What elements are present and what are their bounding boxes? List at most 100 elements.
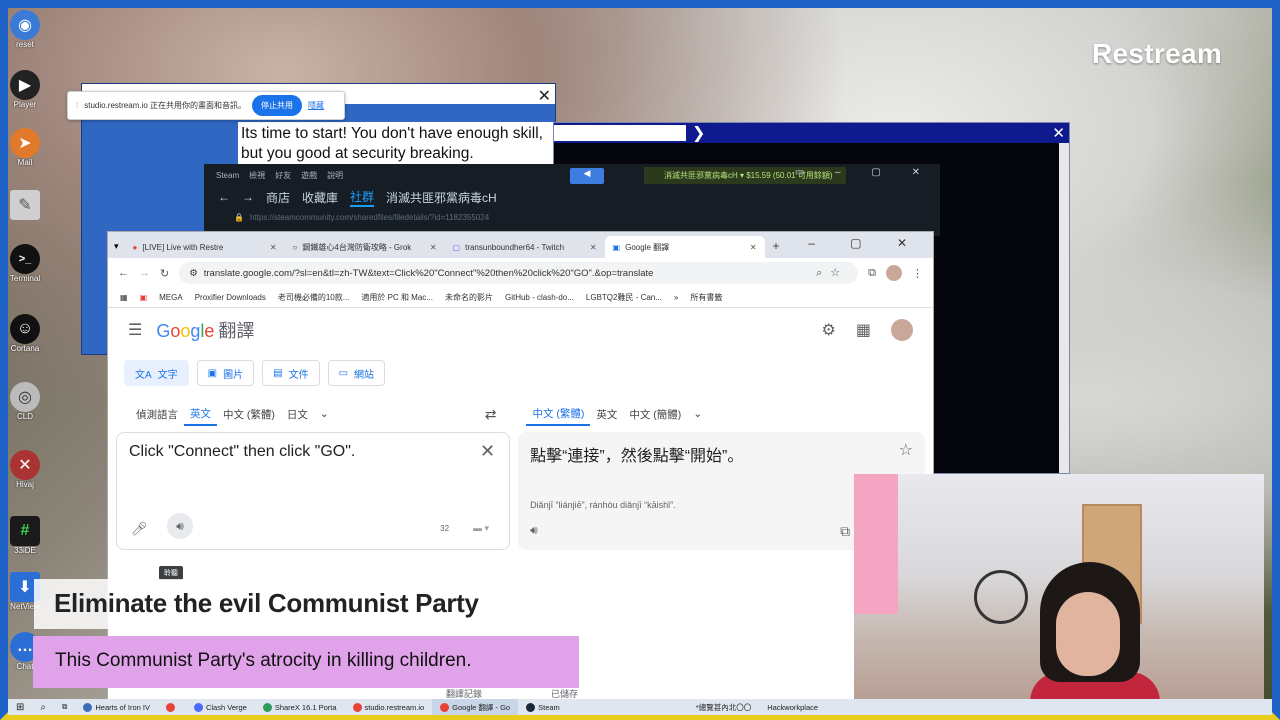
source-lang-detect[interactable]: 偵測語言 [130,402,184,426]
menu-icon[interactable]: ⋮ [912,267,923,280]
steam-window-controls[interactable]: ▭ – ▢ ✕ [795,167,934,178]
clear-text-icon[interactable]: ✕ [480,441,495,462]
bookmark-star-icon[interactable]: ⌕☆ [816,266,848,280]
steam-menu-item[interactable]: 好友 [275,170,291,181]
desktop-icon-cortana[interactable]: ☺ Cortana [8,314,42,353]
extensions-icon[interactable]: ⧉ [868,267,876,280]
steam-nav-profile[interactable]: 消滅共匪邪黨病毒cH [386,189,497,206]
forward-arrow-icon[interactable]: ❯ [692,123,705,143]
broadcast-icon[interactable]: ◀ [570,168,604,184]
taskbar-item-notes[interactable]: *總覽甚內北〇〇 [688,699,759,715]
close-icon[interactable]: ✕ [538,86,551,106]
steam-menu-item[interactable]: 檢視 [249,170,265,181]
avatar[interactable] [891,319,913,341]
start-button[interactable]: ⊞ [8,699,32,715]
desktop-icon-33ide[interactable]: #33iDE [8,516,42,555]
bookmark-item[interactable]: GitHub - clash-do... [505,293,574,302]
target-lang-chinese-traditional[interactable]: 中文 (繁體) [526,402,591,426]
listen-icon[interactable]: 🔊︎ [167,513,193,539]
taskbar-item-clash-verge[interactable]: Clash Verge [186,699,255,715]
desktop-icon-cld[interactable]: ◎ CLD [8,382,42,421]
apps-grid-icon[interactable]: ▦ [856,320,871,340]
steam-menu-item[interactable]: 說明 [327,170,343,181]
taskbar-item-restream[interactable]: studio.restream.io [345,699,433,715]
taskbar-item-steam[interactable]: Steam [518,699,568,715]
bookmark-item[interactable]: 適用於 PC 和 Mac... [361,292,433,303]
source-lang-chinese-traditional[interactable]: 中文 (繁體) [217,402,281,426]
taskbar-item-hoi4[interactable]: Hearts of Iron IV [75,699,158,715]
profile-icon[interactable] [886,265,902,281]
target-lang-english[interactable]: 英文 [590,402,623,426]
steam-menu-item[interactable]: Steam [216,171,239,180]
bookmark-item[interactable]: MEGA [159,293,183,302]
address-bar[interactable]: ⚙ translate.google.com/?sl=en&tl=zh-TW&t… [179,262,859,284]
desktop-icon-reset[interactable]: ◉ reset [8,10,42,49]
forward-arrow-icon[interactable]: → [242,190,254,204]
desktop-icon-notepad[interactable]: ✎ [8,190,42,220]
bookmark-item[interactable]: ▣ [140,293,148,302]
tab-restream[interactable]: ● [LIVE] Live with Restre ✕ [125,236,285,258]
source-lang-more-icon[interactable]: ⌄ [314,402,335,426]
close-tab-icon[interactable]: ✕ [430,243,437,252]
drag-handle-icon[interactable]: ⁞ [76,101,78,110]
swap-languages-icon[interactable]: ⇄ [485,406,497,423]
steam-nav-library[interactable]: 收藏庫 [302,189,338,206]
steam-nav-store[interactable]: 商店 [266,189,290,206]
mode-image-button[interactable]: ▣ 圖片 [196,360,255,386]
source-text[interactable]: Click "Connect" then click "GO". [129,443,355,461]
save-star-icon[interactable]: ☆ [899,440,913,460]
hide-share-bar-link[interactable]: 隱藏 [308,100,324,111]
target-lang-more-icon[interactable]: ⌄ [687,402,708,426]
google-translate-logo[interactable]: Google 翻譯 [156,317,254,343]
bookmark-item[interactable]: 老司機必備的10款... [278,292,350,303]
source-lang-japanese[interactable]: 日文 [281,402,314,426]
back-arrow-icon[interactable]: ← [118,267,129,279]
task-view-icon[interactable]: ⧉ [54,699,75,715]
desktop-icon-hivaj[interactable]: ✕ Hivaj [8,450,42,489]
desktop-icon-mail[interactable]: ➤ Mail [8,128,42,167]
search-icon[interactable]: ⌕ [32,699,54,715]
scrollbar[interactable] [1059,143,1069,473]
steam-nav-community[interactable]: 社群 [350,188,375,207]
tab-twitch[interactable]: ▢ transunboundher64 - Twitch ✕ [445,236,605,258]
new-tab-icon[interactable]: + [765,239,788,258]
bookmark-item[interactable]: 未命名的影片 [445,292,493,303]
target-lang-chinese-simplified[interactable]: 中文 (簡體) [623,402,687,426]
taskbar-item-chrome[interactable] [158,699,186,715]
taskbar-item-google-translate[interactable]: Google 翻譯 - Go [432,699,519,715]
back-arrow-icon[interactable]: ← [218,190,230,204]
desktop-icon-player[interactable]: ▶ Player [8,70,42,109]
tab-google-translate[interactable]: ▣ Google 翻譯 ✕ [604,236,765,258]
copy-icon[interactable]: ⧉ [840,523,850,540]
forward-arrow-icon[interactable]: → [139,267,150,279]
taskbar-item-sharex[interactable]: ShareX 16.1 Porta [255,699,345,715]
site-info-icon[interactable]: ⚙ [189,268,198,279]
desktop-icon-terminal[interactable]: >_ Terminal [8,244,42,283]
mode-text-button[interactable]: 文A 文字 [124,360,189,386]
source-lang-english[interactable]: 英文 [184,402,217,426]
steam-menu-item[interactable]: 遊戲 [301,170,317,181]
stop-sharing-button[interactable]: 停止共用 [252,95,303,116]
close-tab-icon[interactable]: ✕ [590,243,597,252]
close-tab-icon[interactable]: ✕ [270,243,277,252]
apps-icon[interactable]: ▦ [120,293,128,302]
bookmark-item[interactable]: Proxifier Downloads [195,293,266,302]
close-tab-icon[interactable]: ✕ [750,243,757,252]
tab-search-icon[interactable]: ▾ [108,241,125,258]
hamburger-menu-icon[interactable]: ☰ [128,320,142,340]
mode-website-button[interactable]: ▭ 網站 [327,360,386,386]
mode-document-button[interactable]: ▤ 文件 [262,360,320,386]
taskbar-item-hackworkplace[interactable]: Hackworkplace [759,699,826,715]
browser-window-controls[interactable]: – ▢ ✕ [808,236,923,250]
keyboard-icon[interactable]: ▬ ▾ [473,523,489,534]
bookmark-item[interactable]: LGBTQ2難民 - Can... [586,292,662,303]
settings-gear-icon[interactable]: ⚙ [822,320,836,340]
close-icon[interactable]: ✕ [1052,124,1065,142]
listen-translation-icon[interactable]: 🔊︎ [530,523,538,538]
all-bookmarks[interactable]: 所有書籤 [690,292,722,303]
bookmarks-overflow-icon[interactable]: » [674,293,678,302]
microphone-icon[interactable]: 🎤︎ [131,521,148,537]
source-textarea[interactable]: Click "Connect" then click "GO". ✕ 🎤︎ 🔊︎… [116,432,511,550]
reload-icon[interactable]: ↻ [160,267,169,280]
tab-grok[interactable]: ○ 鋼鐵雄心4台灣防衛攻略 - Grok ✕ [285,236,445,258]
